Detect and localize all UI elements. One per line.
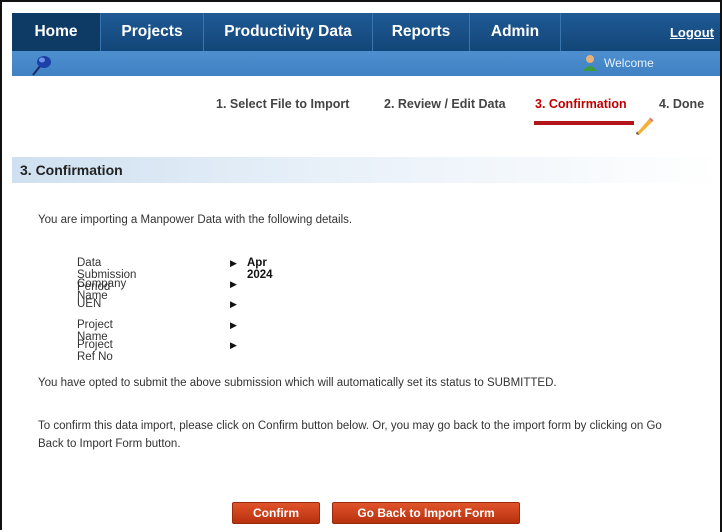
instruction-text-1: To confirm this data import, please clic…	[38, 420, 662, 432]
section-title: 3. Confirmation	[12, 157, 720, 183]
instruction-text-2: Back to Import Form button.	[38, 438, 181, 450]
confirm-button[interactable]: Confirm	[232, 502, 320, 524]
nav-reports[interactable]: Reports	[373, 13, 470, 51]
step-confirmation: 3. Confirmation	[535, 97, 627, 111]
nav-admin[interactable]: Admin	[470, 13, 561, 51]
wizard-steps: 1. Select File to Import 2. Review / Edi…	[0, 97, 722, 137]
status-note: You have opted to submit the above submi…	[38, 377, 557, 389]
step-review-edit: 2. Review / Edit Data	[384, 97, 506, 111]
arrow-right-icon: ▶	[230, 340, 237, 350]
detail-label: UEN	[77, 298, 102, 310]
step-select-file: 1. Select File to Import	[216, 97, 350, 111]
nav-productivity-data[interactable]: Productivity Data	[204, 13, 373, 51]
logout-link[interactable]: Logout	[654, 13, 720, 51]
main-nav: Home Projects Productivity Data Reports …	[12, 13, 720, 51]
pencil-icon	[636, 117, 654, 135]
nav-home[interactable]: Home	[12, 13, 101, 51]
welcome-text: Welcome	[604, 56, 654, 70]
nav-projects[interactable]: Projects	[101, 13, 204, 51]
detail-label: Project Ref No	[77, 339, 113, 363]
step-done: 4. Done	[659, 97, 705, 111]
arrow-right-icon: ▶	[230, 319, 237, 330]
go-back-button[interactable]: Go Back to Import Form	[332, 502, 520, 524]
sub-bar: Welcome	[12, 51, 720, 76]
pushpin-icon	[32, 56, 51, 76]
arrow-right-icon: ▶	[230, 278, 237, 289]
welcome-area: Welcome	[582, 54, 654, 72]
arrow-right-icon: ▶	[230, 258, 237, 268]
user-icon	[583, 55, 597, 71]
arrow-right-icon: ▶	[230, 299, 237, 309]
intro-text: You are importing a Manpower Data with t…	[38, 214, 353, 226]
detail-value: Apr 2024	[247, 257, 273, 281]
active-step-underline	[534, 121, 634, 125]
